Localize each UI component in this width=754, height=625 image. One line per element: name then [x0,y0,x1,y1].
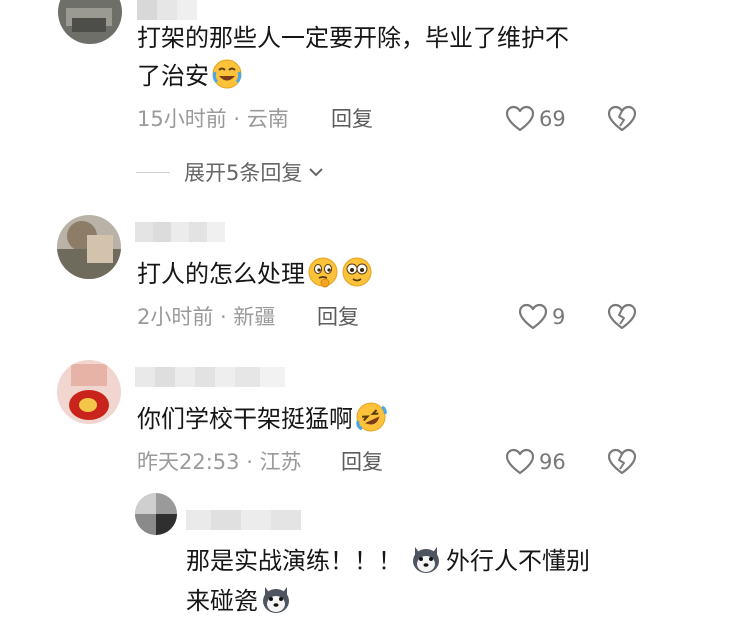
comment-meta: 2小时前 · 新疆 [137,303,275,331]
comment-location: 新疆 [233,305,276,329]
avatar[interactable] [57,215,121,279]
comment-text: 打人的怎么处理 [137,256,373,298]
meta-separator: · [239,450,260,474]
avatar[interactable] [57,360,121,424]
meta-separator: · [226,107,247,131]
avatar[interactable] [58,0,122,44]
divider [136,171,170,173]
username-blurred[interactable] [186,510,301,530]
crying-laughing-emoji [211,58,243,100]
heart-icon [518,303,548,330]
comment-location: 云南 [246,107,289,131]
like-count: 69 [539,107,566,131]
username-blurred[interactable] [135,367,285,387]
husky-dog-emoji [410,543,442,585]
meta-separator: · [213,305,234,329]
like-button[interactable]: 69 [505,105,566,133]
rolling-laughing-emoji [355,401,387,443]
like-count: 96 [539,450,566,474]
dislike-button[interactable] [607,303,637,335]
expand-replies-button[interactable]: 展开5条回复 [136,157,326,187]
husky-dog-emoji [260,583,292,625]
like-count: 9 [552,305,566,329]
thinking-emoji [307,256,339,298]
wide-eyes-emoji [341,256,373,298]
heart-icon [505,448,535,475]
comment-text: 了治安 [137,58,243,100]
username-blurred[interactable] [135,222,225,242]
username-blurred[interactable] [137,0,197,20]
comment-time: 昨天22:53 [137,450,240,474]
comment-time: 2小时前 [137,305,214,329]
heart-icon [505,105,535,132]
reply-text: 那是实战演练！！！ 外行人不懂别 [186,543,590,585]
avatar[interactable] [135,493,177,535]
comment-text: 打架的那些人一定要开除，毕业了维护不 [137,24,569,52]
reply-button[interactable]: 回复 [331,105,373,133]
comment-location: 江苏 [259,450,302,474]
broken-heart-icon [607,105,637,132]
expand-replies-label: 展开5条回复 [184,161,303,185]
chevron-down-icon [309,168,324,177]
comment-time: 15小时前 [137,107,227,131]
reply-button[interactable]: 回复 [317,303,359,331]
dislike-button[interactable] [607,105,637,137]
like-button[interactable]: 9 [518,303,565,331]
comment-meta: 昨天22:53 · 江苏 [137,448,302,476]
dislike-button[interactable] [607,448,637,480]
comment-text: 你们学校干架挺猛啊 [137,401,387,443]
like-button[interactable]: 96 [505,448,566,476]
broken-heart-icon [607,448,637,475]
reply-text: 来碰瓷 [186,583,292,625]
comment-meta: 15小时前 · 云南 [137,105,289,133]
reply-button[interactable]: 回复 [341,448,383,476]
broken-heart-icon [607,303,637,330]
